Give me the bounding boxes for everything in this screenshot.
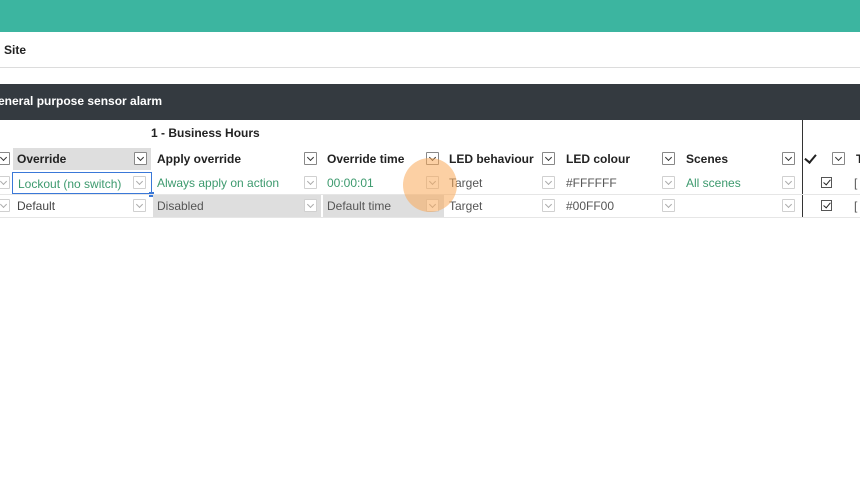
row2-led-colour-value: #00FF00	[566, 199, 615, 213]
row2-led-behaviour-value: Target	[449, 199, 483, 213]
row2-override-time-value: Default time	[327, 199, 392, 213]
row2-override-select[interactable]: Default	[13, 195, 151, 217]
section-header: eneral purpose sensor alarm	[0, 84, 860, 120]
row1-led-colour-select[interactable]: #FFFFFF	[562, 172, 681, 194]
section-title: eneral purpose sensor alarm	[0, 94, 163, 108]
chevron-down-icon[interactable]	[304, 199, 317, 212]
header-col-prev	[0, 148, 12, 170]
row2-checkbox[interactable]	[821, 200, 832, 211]
row1-override-value: Lockout (no switch)	[18, 177, 122, 191]
header-override-time-label: Override time	[327, 152, 405, 166]
check-all-icon[interactable]	[804, 151, 817, 164]
row1-apply-override-select[interactable]: Always apply on action	[153, 172, 321, 194]
chevron-down-icon[interactable]	[662, 199, 675, 212]
header-apply-override: Apply override	[153, 148, 321, 170]
row1-led-colour-value: #FFFFFF	[566, 176, 617, 190]
row1-scenes-value: All scenes	[686, 176, 741, 190]
cursor-highlight	[403, 158, 457, 212]
header-scenes-label: Scenes	[686, 152, 729, 166]
nav-bar: Site	[0, 32, 860, 68]
nav-site-link[interactable]: Site	[4, 43, 26, 57]
chevron-down-icon[interactable]	[134, 152, 147, 165]
header-scenes: Scenes	[682, 148, 802, 170]
header-apply-override-label: Apply override	[157, 152, 242, 166]
row2-override-value: Default	[17, 199, 56, 213]
chevron-down-icon[interactable]	[782, 199, 795, 212]
chevron-down-icon[interactable]	[662, 176, 675, 189]
row1-partial: [	[854, 176, 858, 190]
chevron-down-icon[interactable]	[304, 176, 317, 189]
header-override-label: Override	[17, 152, 67, 166]
row2-led-behaviour-select[interactable]: Target	[445, 195, 559, 217]
chevron-down-icon[interactable]	[542, 199, 555, 212]
chevron-down-icon[interactable]	[782, 152, 795, 165]
row1-override-select[interactable]: Lockout (no switch)	[12, 172, 152, 194]
header-override: Override	[13, 148, 151, 170]
row-divider	[0, 217, 860, 218]
chevron-down-icon[interactable]	[832, 152, 845, 165]
header-led-colour-label: LED colour	[566, 152, 631, 166]
row2-scenes-select[interactable]	[682, 195, 802, 217]
row1-override-time-value: 00:00:01	[327, 176, 374, 190]
chevron-down-icon[interactable]	[0, 152, 10, 165]
row1-checkbox[interactable]	[821, 177, 832, 188]
row2-prev-cell[interactable]	[0, 195, 12, 217]
row2-partial: [	[854, 199, 858, 213]
chevron-down-icon[interactable]	[662, 152, 675, 165]
chevron-down-icon[interactable]	[782, 176, 795, 189]
header-led-behaviour: LED behaviour	[445, 148, 559, 170]
row1-prev-cell[interactable]	[0, 172, 12, 194]
header-led-behaviour-label: LED behaviour	[449, 152, 534, 166]
row1-led-behaviour-select[interactable]: Target	[445, 172, 559, 194]
row2-apply-override-select[interactable]: Disabled	[153, 195, 321, 217]
chevron-down-icon[interactable]	[304, 152, 317, 165]
column-divider	[802, 120, 803, 218]
row1-scenes-select[interactable]: All scenes	[682, 172, 802, 194]
chevron-down-icon[interactable]	[0, 176, 10, 189]
schedule-label: 1 - Business Hours	[151, 126, 260, 140]
row1-apply-override-value: Always apply on action	[157, 176, 280, 190]
row2-led-colour-select[interactable]: #00FF00	[562, 195, 681, 217]
chevron-down-icon[interactable]	[133, 199, 146, 212]
chevron-down-icon[interactable]	[133, 176, 146, 189]
chevron-down-icon[interactable]	[542, 152, 555, 165]
app-top-bar	[0, 0, 860, 32]
row2-apply-override-value: Disabled	[157, 199, 204, 213]
header-partial-t: T	[856, 152, 860, 166]
chevron-down-icon[interactable]	[0, 199, 10, 212]
header-led-colour: LED colour	[562, 148, 681, 170]
chevron-down-icon[interactable]	[542, 176, 555, 189]
